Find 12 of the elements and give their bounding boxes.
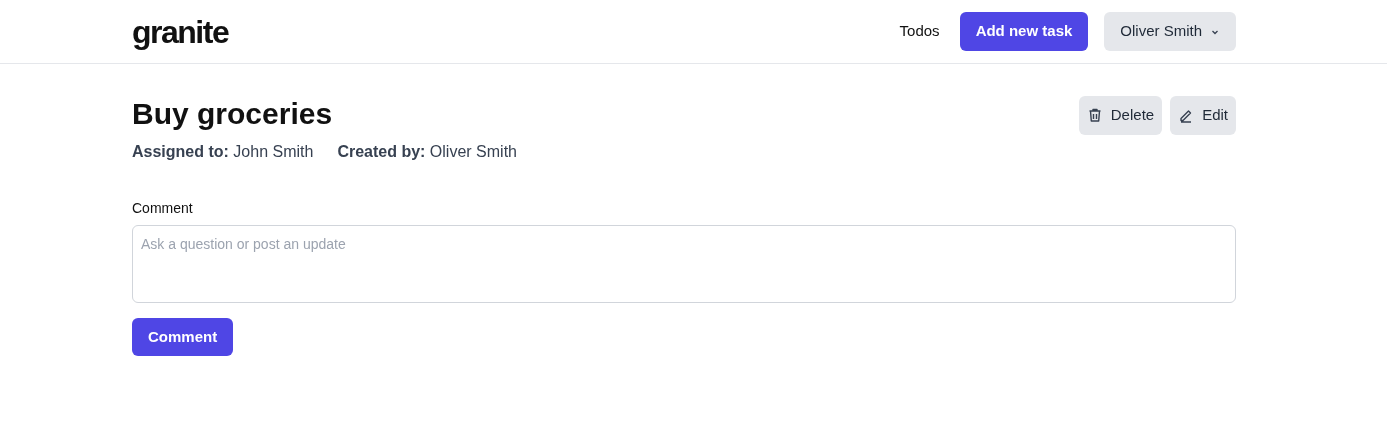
user-menu-button[interactable]: Oliver Smith: [1104, 12, 1236, 51]
edit-button[interactable]: Edit: [1170, 96, 1236, 135]
task-meta-text: Assigned to: John Smith: [132, 142, 314, 162]
delete-button[interactable]: Delete: [1078, 96, 1163, 135]
add-task-button[interactable]: Add new task: [959, 12, 1089, 51]
task-meta-text: Created by: Oliver Smith: [337, 142, 517, 162]
todos-link[interactable]: Todos: [899, 20, 940, 43]
task-title: Buy groceries: [132, 96, 334, 132]
logo[interactable]: granite: [132, 15, 229, 48]
comment-button[interactable]: Comment: [132, 317, 234, 356]
comment-label: Comment: [132, 199, 194, 218]
comment-field[interactable]: Ask a question or post an update: [132, 225, 1236, 303]
